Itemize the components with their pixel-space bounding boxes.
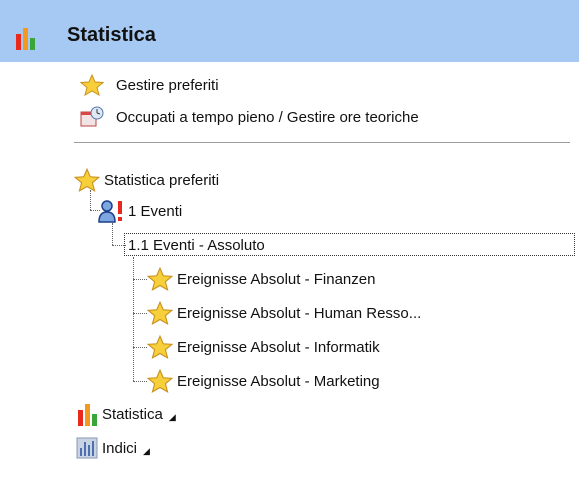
tree-node-label: Ereignisse Absolut - Human Resso... (177, 304, 422, 322)
person-alert-icon (98, 200, 122, 223)
tree-node-favorites[interactable]: Statistica preferiti (74, 168, 219, 192)
panel-header: Statistica (0, 0, 579, 62)
tree-connector (112, 223, 113, 245)
bar-chart-icon (16, 28, 35, 50)
tree-node-label: 1.1 Eventi - Assoluto (128, 236, 265, 254)
star-icon (74, 168, 100, 192)
tree-node-label: Statistica preferiti (104, 171, 220, 189)
section-indici[interactable]: Indici ◢ (76, 436, 150, 460)
tree-node-events-absolute[interactable]: 1.1 Eventi - Assoluto (128, 233, 265, 257)
manage-favorites-link[interactable]: Gestire preferiti (80, 74, 219, 96)
section-statistica[interactable]: Statistica ◢ (76, 402, 176, 426)
divider (74, 142, 570, 143)
star-icon (147, 301, 173, 325)
tree-node-label: Ereignisse Absolut - Informatik (177, 338, 380, 356)
star-icon (147, 335, 173, 359)
tree-node-label: Ereignisse Absolut - Marketing (177, 372, 380, 390)
tree-node-item[interactable]: Ereignisse Absolut - Marketing (147, 369, 380, 393)
star-icon (147, 267, 173, 291)
tree-node-item[interactable]: Ereignisse Absolut - Finanzen (147, 267, 375, 291)
tree-connector (133, 313, 147, 314)
star-icon (80, 74, 104, 96)
index-chart-icon (76, 437, 98, 459)
tree-connector (90, 190, 91, 210)
tree-connector (133, 257, 134, 381)
section-label: Indici (102, 439, 138, 457)
fulltime-employees-label: Occupati a tempo pieno / Gestire ore teo… (116, 108, 419, 126)
bar-chart-icon (78, 404, 97, 426)
fulltime-employees-link[interactable]: Occupati a tempo pieno / Gestire ore teo… (80, 106, 419, 128)
tree-connector (133, 279, 147, 280)
tree-connector (133, 381, 147, 382)
section-label: Statistica (102, 405, 163, 423)
tree-connector (133, 347, 147, 348)
tree-node-label: 1 Eventi (128, 202, 183, 220)
tree-node-events[interactable]: 1 Eventi (98, 199, 182, 223)
star-icon (147, 369, 173, 393)
tree-node-item[interactable]: Ereignisse Absolut - Informatik (147, 335, 380, 359)
expand-triangle-icon[interactable]: ◢ (169, 412, 176, 423)
manage-favorites-label: Gestire preferiti (116, 76, 219, 94)
panel-title: Statistica (67, 24, 156, 46)
expand-triangle-icon[interactable]: ◢ (143, 446, 150, 457)
calendar-clock-icon (80, 106, 104, 127)
tree-node-item[interactable]: Ereignisse Absolut - Human Resso... (147, 301, 421, 325)
tree-node-label: Ereignisse Absolut - Finanzen (177, 270, 376, 288)
